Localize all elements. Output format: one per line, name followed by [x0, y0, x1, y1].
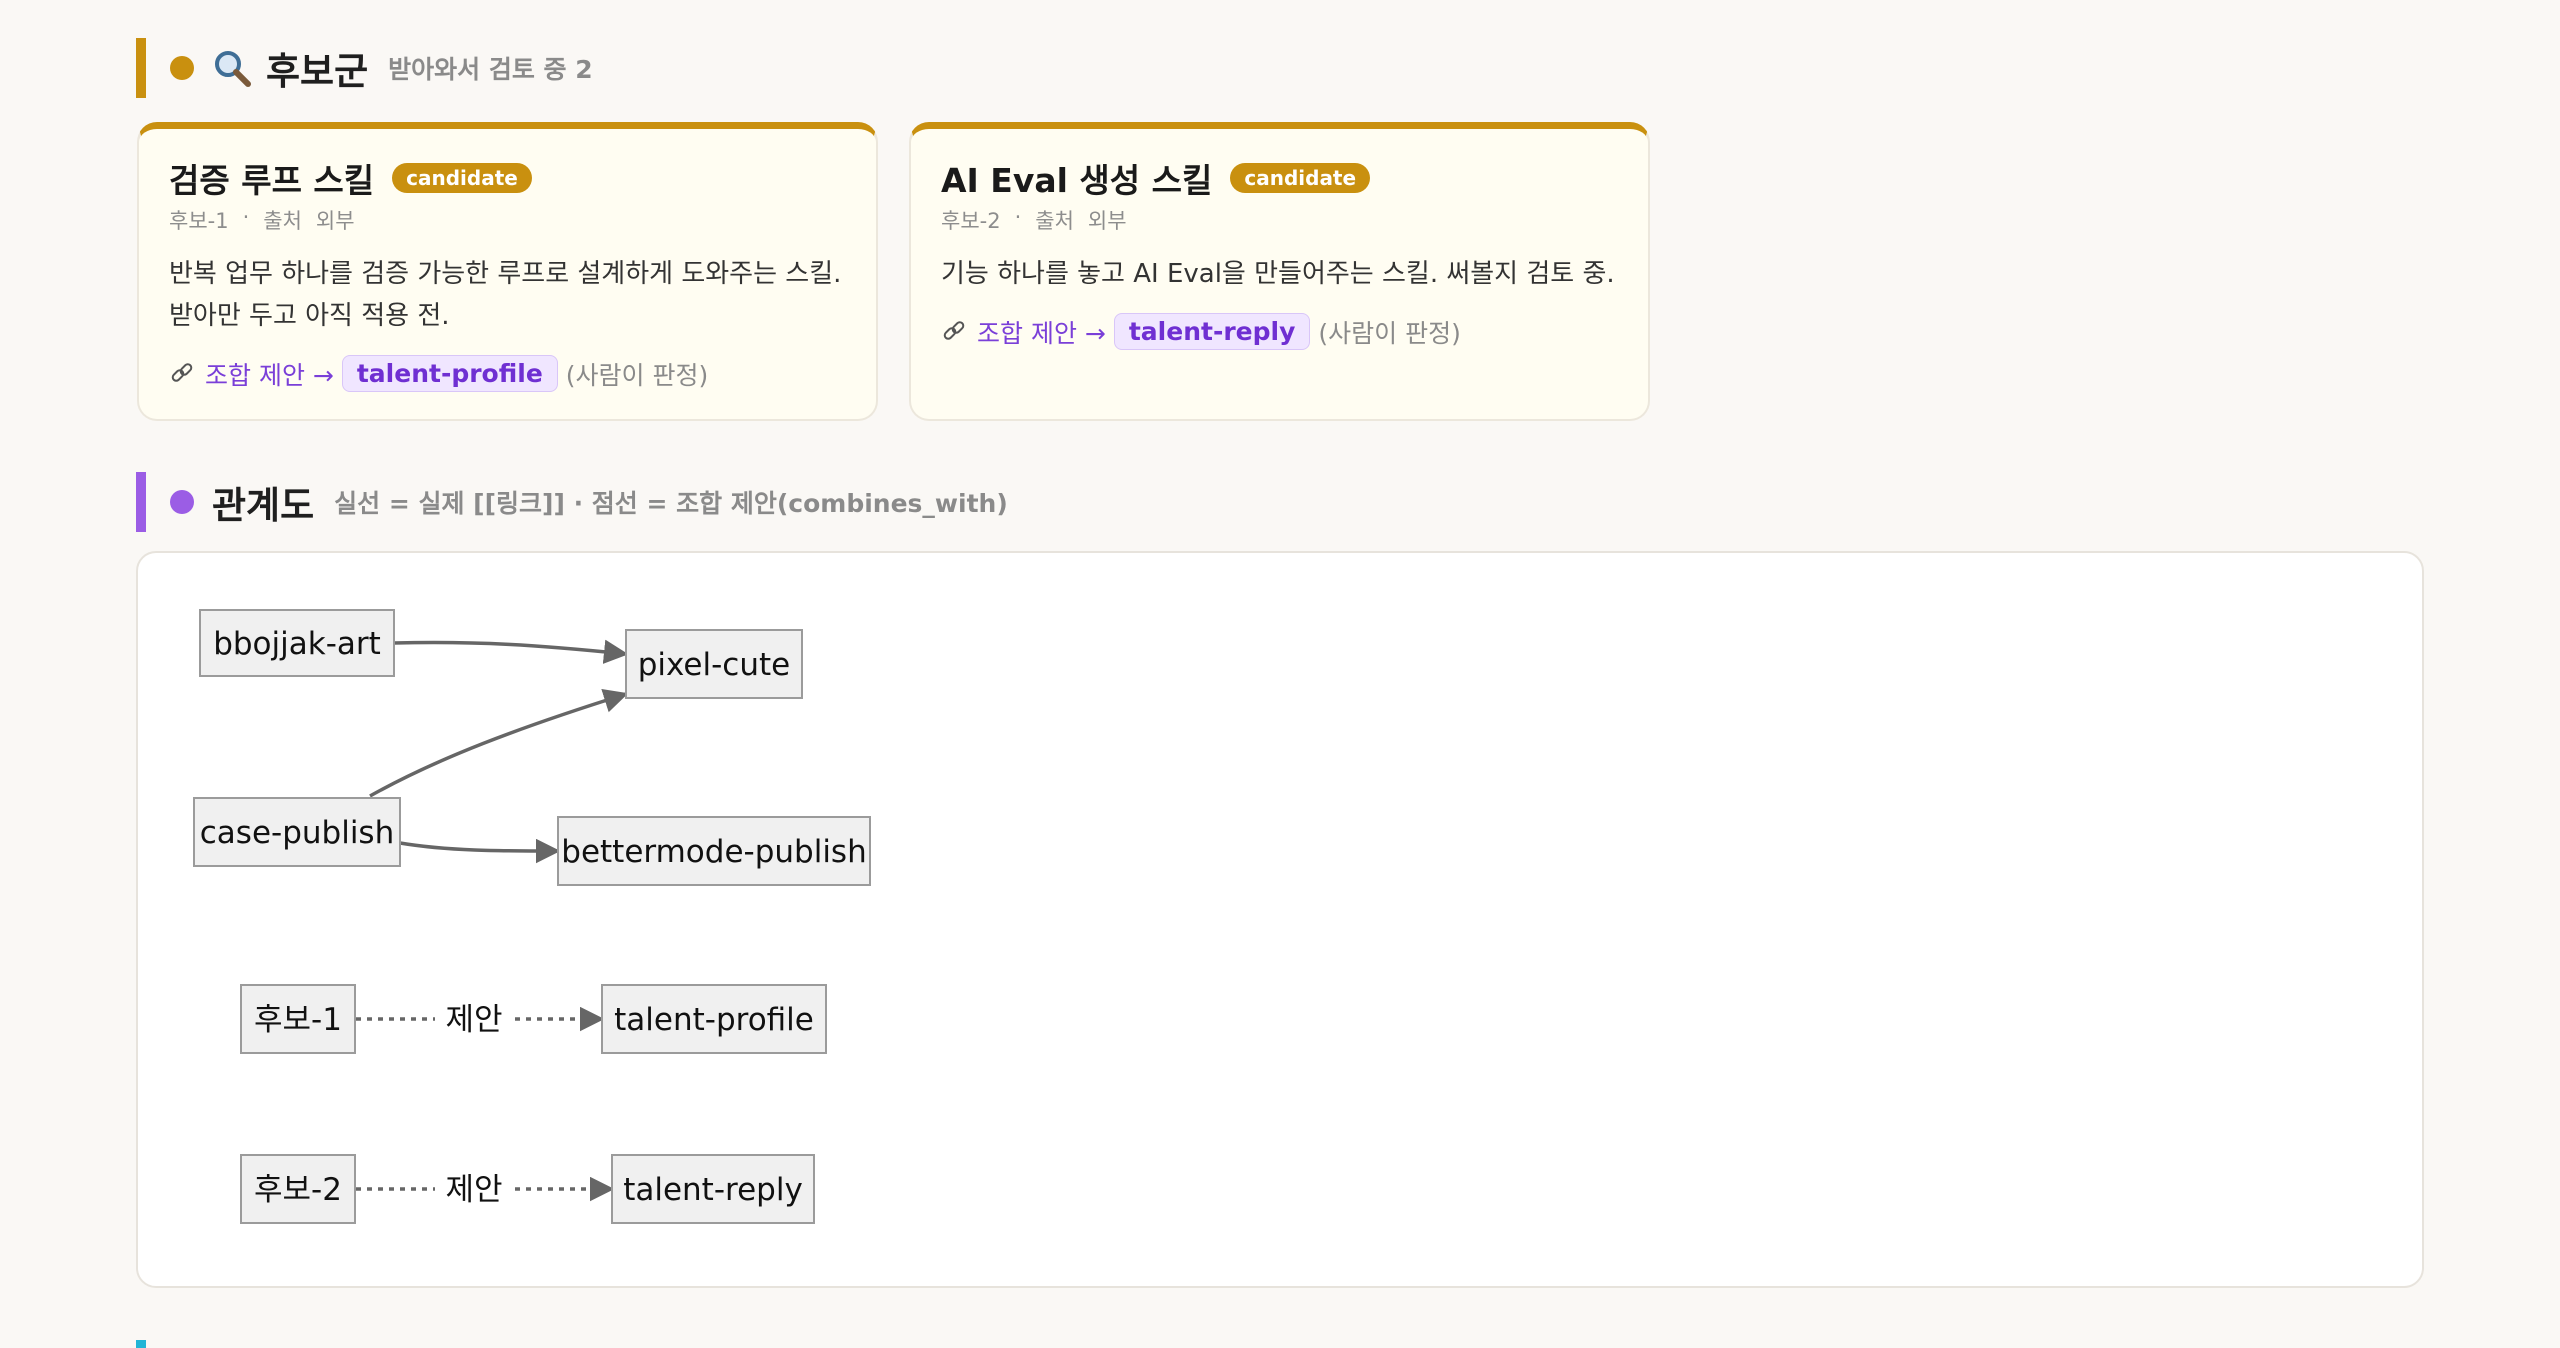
source-value: 외부 [1087, 209, 1127, 233]
next-section-accent [136, 1340, 146, 1348]
card-meta: 후보-2 · 출처 외부 [941, 205, 1618, 235]
source-value: 외부 [315, 209, 355, 233]
card-title: AI Eval 생성 스킬 [941, 161, 1213, 200]
node-bettermode-publish[interactable]: bettermode-publish [557, 816, 871, 886]
node-label: talent-profile [614, 1002, 814, 1038]
link-icon [171, 362, 193, 382]
relationship-graph-panel: 제안 제안 bbojjak-art pixel-cute case-publis… [136, 551, 2424, 1288]
node-label: bbojjak-art [213, 626, 381, 662]
node-label: bettermode-publish [561, 834, 866, 870]
node-talent-profile[interactable]: talent-profile [601, 984, 827, 1054]
meta-separator: · [242, 205, 250, 229]
skill-chip[interactable]: talent-profile [341, 355, 558, 392]
combine-link[interactable]: 조합 제안 → [977, 314, 1106, 350]
candidates-section-header: 후보군 받아와서 검토 중 2 [136, 38, 593, 98]
link-icon [943, 320, 965, 340]
section-dot [170, 490, 194, 514]
node-candidate-2[interactable]: 후보-2 [240, 1154, 356, 1224]
meta-separator: · [1014, 205, 1022, 229]
combine-link[interactable]: 조합 제안 → [205, 356, 334, 392]
edge-case-bettermode [399, 838, 561, 864]
section-title: 후보군 [266, 50, 369, 93]
node-label: 후보-1 [254, 1002, 342, 1038]
combine-suggestion: 조합 제안 → talent-reply (사람이 판정) [941, 313, 1618, 350]
graph-section-header: 관계도 실선 = 실제 [[링크]] · 점선 = 조합 제안(combines… [136, 472, 1008, 532]
card-meta: 후보-1 · 출처 외부 [169, 205, 846, 235]
candidate-card-1[interactable]: 검증 루프 스킬 candidate 후보-1 · 출처 외부 반복 업무 하나… [137, 122, 878, 421]
relationship-graph: 제안 제안 bbojjak-art pixel-cute case-publis… [193, 609, 871, 1224]
judge-note: (사람이 판정) [1318, 318, 1461, 348]
node-label: pixel-cute [638, 647, 790, 683]
card-id: 후보-1 [169, 209, 229, 233]
section-title: 관계도 [212, 484, 315, 527]
node-bbojjak-art[interactable]: bbojjak-art [199, 609, 395, 677]
section-subtitle: 실선 = 실제 [[링크]] · 점선 = 조합 제안(combines_wit… [334, 489, 1008, 518]
source-label: 출처 [263, 209, 302, 233]
magnifier-icon [215, 51, 251, 87]
section-subtitle: 받아와서 검토 중 2 [388, 55, 593, 84]
combine-suggestion: 조합 제안 → talent-profile (사람이 판정) [169, 355, 846, 392]
node-talent-reply[interactable]: talent-reply [611, 1154, 815, 1224]
node-label: talent-reply [623, 1172, 803, 1208]
node-case-publish[interactable]: case-publish [193, 797, 401, 867]
edge-case-pixel [369, 688, 629, 798]
edge-bbojjak-pixel [393, 639, 629, 664]
node-pixel-cute[interactable]: pixel-cute [625, 629, 803, 699]
section-dot [170, 56, 194, 80]
judge-note: (사람이 판정) [565, 360, 709, 390]
edge-label: 제안 [445, 1002, 502, 1038]
card-description: 반복 업무 하나를 검증 가능한 루프로 설계하게 도와주는 스킬. 받아만 두… [169, 259, 842, 331]
source-label: 출처 [1035, 209, 1074, 233]
status-badge: candidate [392, 163, 532, 193]
node-label: case-publish [200, 815, 394, 851]
card-id: 후보-2 [941, 209, 1001, 233]
node-candidate-1[interactable]: 후보-1 [240, 984, 356, 1054]
card-title: 검증 루프 스킬 [169, 161, 375, 200]
edge-label: 제안 [445, 1172, 502, 1208]
status-badge: candidate [1230, 163, 1371, 193]
card-description: 기능 하나를 놓고 AI Eval을 만들어주는 스킬. 써볼지 검토 중. [941, 259, 1615, 289]
skill-chip[interactable]: talent-reply [1113, 313, 1311, 350]
candidate-card-2[interactable]: AI Eval 생성 스킬 candidate 후보-2 · 출처 외부 기능 … [909, 122, 1650, 421]
node-label: 후보-2 [254, 1172, 342, 1208]
